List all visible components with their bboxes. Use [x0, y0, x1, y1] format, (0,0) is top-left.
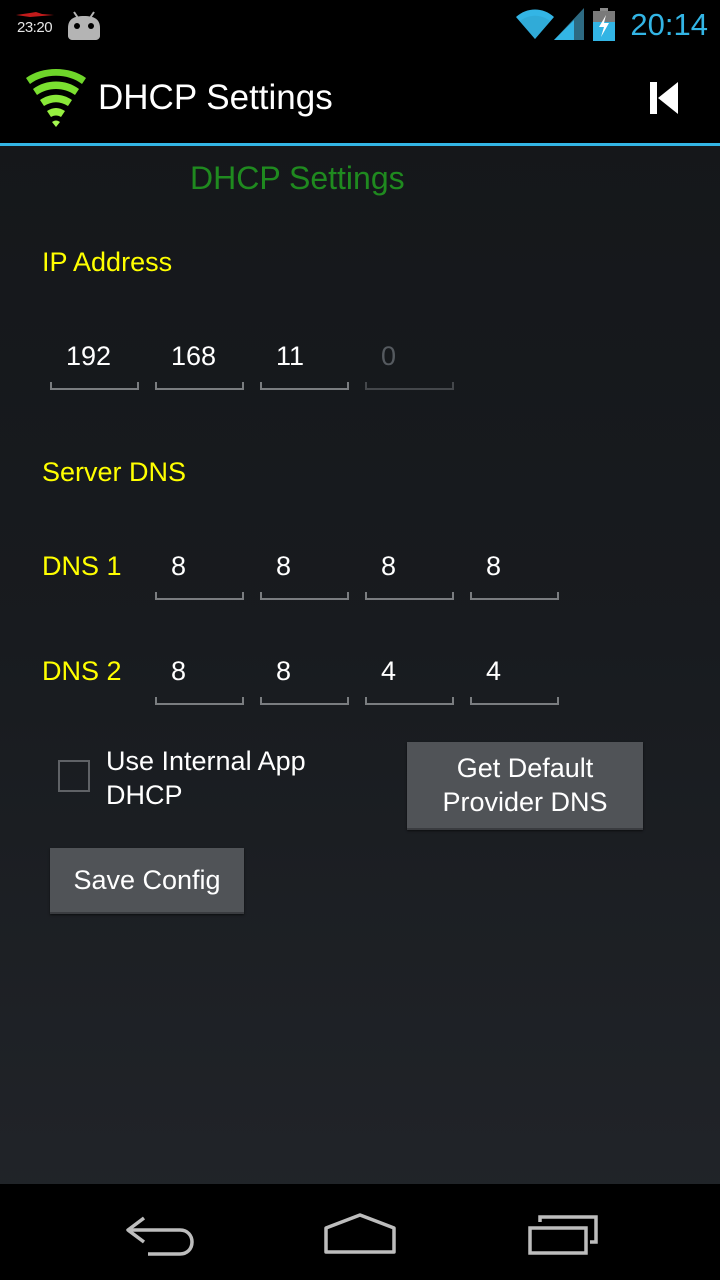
dns1-octet-4-input[interactable]: [470, 538, 559, 594]
action-bar-divider: [0, 143, 720, 146]
dns2-octet-3-underline: [365, 697, 454, 705]
dns1-octet-3-input[interactable]: [365, 538, 454, 594]
dns2-octet-1-input[interactable]: [155, 643, 244, 699]
skip-previous-icon[interactable]: [636, 70, 692, 126]
dns2-octet-4-underline: [470, 697, 559, 705]
cell-signal-icon: [554, 8, 584, 40]
dns1-label: DNS 1: [42, 551, 122, 581]
notification-flag-icon: [16, 12, 54, 17]
ip-octet-3-input[interactable]: [260, 328, 349, 384]
battery-charging-icon: [593, 8, 615, 41]
page-heading: DHCP Settings: [190, 160, 405, 196]
use-internal-dhcp-label[interactable]: Use Internal App DHCP: [106, 744, 366, 812]
dns2-octet-2-input[interactable]: [260, 643, 349, 699]
server-dns-label: Server DNS: [42, 457, 187, 487]
ip-address-label: IP Address: [42, 247, 173, 277]
action-bar-title: DHCP Settings: [98, 78, 333, 117]
ip-octet-2-underline: [155, 382, 244, 390]
notification-clock-text: 23:20: [17, 19, 53, 36]
dns1-octet-4-underline: [470, 592, 559, 600]
dns1-octet-1-underline: [155, 592, 244, 600]
dns2-octet-2-underline: [260, 697, 349, 705]
wifi-signal-icon: [26, 69, 86, 127]
status-clock: 20:14: [630, 7, 708, 42]
dns1-octet-1-input[interactable]: [155, 538, 244, 594]
ip-octet-3-underline: [260, 382, 349, 390]
dns1-octet-3-underline: [365, 592, 454, 600]
ip-octet-1-input[interactable]: [50, 328, 139, 384]
ip-octet-1-underline: [50, 382, 139, 390]
dns2-label: DNS 2: [42, 656, 122, 686]
screen: 23:20 20:14 DHCP Settings DHCP Settings …: [0, 0, 720, 1280]
android-icon: [68, 11, 100, 40]
dns1-octet-2-input[interactable]: [260, 538, 349, 594]
back-icon[interactable]: [124, 1214, 196, 1258]
wifi-icon: [516, 9, 554, 39]
ip-octet-4-underline: [365, 382, 454, 390]
use-internal-dhcp-checkbox[interactable]: [58, 760, 90, 792]
dns2-octet-3-input[interactable]: [365, 643, 454, 699]
save-config-button[interactable]: Save Config: [50, 848, 244, 914]
recents-icon[interactable]: [526, 1214, 600, 1256]
dns1-octet-2-underline: [260, 592, 349, 600]
get-default-dns-button[interactable]: Get Default Provider DNS: [407, 742, 643, 830]
ip-octet-4-input[interactable]: [365, 328, 454, 384]
home-icon[interactable]: [322, 1212, 398, 1256]
dns2-octet-4-input[interactable]: [470, 643, 559, 699]
dns2-octet-1-underline: [155, 697, 244, 705]
ip-octet-2-input[interactable]: [155, 328, 244, 384]
